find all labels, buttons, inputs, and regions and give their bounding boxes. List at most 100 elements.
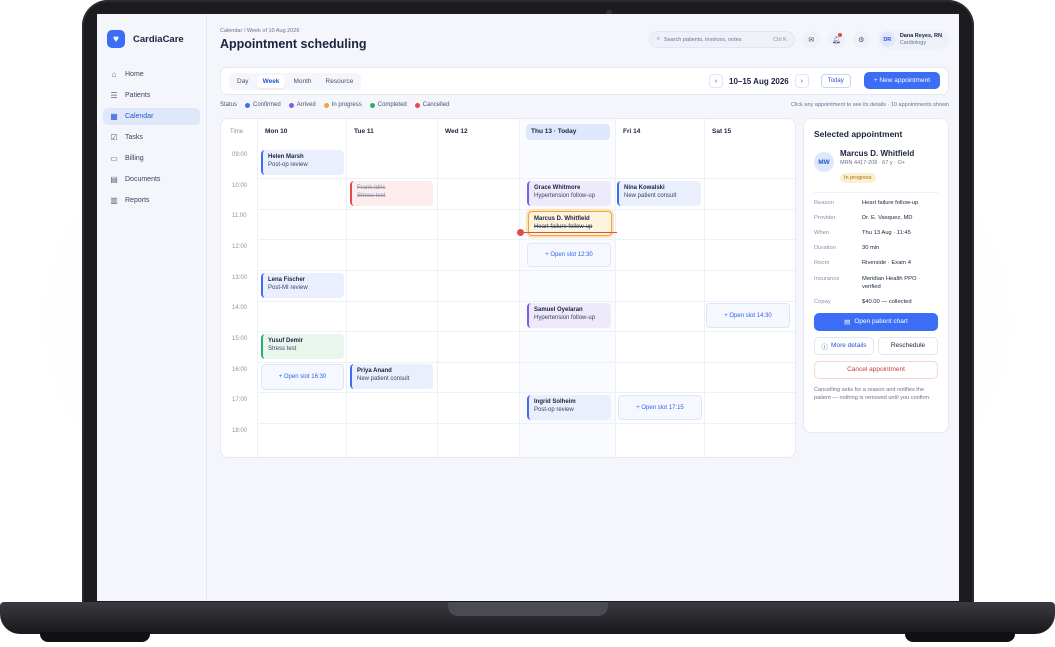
notifications-bell-icon[interactable]: 🔔︎ [827, 31, 845, 48]
open-slot[interactable]: + Open slot 14:30 [706, 303, 790, 328]
patient-summary: MW Marcus D. Whitfield MRN 4417-208 · 67… [814, 149, 938, 184]
appointment-card[interactable]: Ingrid Solheim Post-op review [527, 395, 611, 420]
sidebar-item-calendar[interactable]: ▦ Calendar [103, 108, 200, 125]
settings-gear-icon[interactable]: ⚙ [852, 31, 870, 48]
day-column-tue[interactable]: Tue 11 [346, 119, 437, 457]
detail-key: When [814, 230, 830, 237]
day-header: Thu 13 · Today [531, 128, 577, 135]
search-shortcut: Ctrl K [773, 36, 787, 43]
tab-day[interactable]: Day [231, 75, 255, 88]
hour-line [257, 362, 795, 363]
detail-key: Reason [814, 200, 834, 206]
legend-item-cancelled: Cancelled [414, 102, 449, 108]
day-header: Mon 10 [265, 128, 288, 135]
legend-item-arrived: Arrived [288, 102, 316, 108]
appointment-patient: Priya Anand [357, 368, 392, 374]
app-screen: ♥ CardiaCare ⌂ Home ☰ Patients ▦ Calenda… [97, 14, 959, 601]
appointment-patient: Frank Idris [357, 185, 386, 191]
appointment-card[interactable]: Lena Fischer Post-MI review [261, 273, 344, 298]
open-slot[interactable]: + Open slot 16:30 [261, 364, 344, 390]
appointment-card-completed[interactable]: Yusuf Demir Stress test [261, 334, 344, 359]
new-appointment-button[interactable]: + New appointment [863, 72, 940, 89]
detail-row-room: Room Riverside · Exam 4 [814, 259, 938, 267]
appointment-reason: Heart failure follow-up [534, 224, 593, 231]
tab-month[interactable]: Month [287, 75, 317, 88]
more-details-button[interactable]: ⓘ More details [814, 336, 874, 355]
tab-week[interactable]: Week [256, 75, 286, 88]
appointment-card-arrived[interactable]: Samuel Oyelaran Hypertension follow-up [527, 303, 611, 328]
hour-line [257, 423, 795, 424]
appointment-card[interactable]: Nina Kowalski New patient consult [617, 181, 701, 206]
appointment-patient: Marcus D. Whitfield [534, 216, 590, 222]
appointment-reason: Post-op review [268, 162, 308, 169]
time-column: Time 09:00 10:00 11:00 12:00 13:00 14:00… [221, 119, 257, 457]
view-tabs: Day Week Month Resource [229, 73, 362, 90]
sidebar-item-documents[interactable]: ▤ Documents [103, 171, 200, 188]
sidebar-item-label: Documents [125, 176, 161, 183]
cancel-appointment-button[interactable]: Cancel appointment [814, 360, 938, 379]
sidebar-item-tasks[interactable]: ☑ Tasks [103, 129, 200, 146]
appointment-patient: Samuel Oyelaran [534, 307, 583, 313]
detail-key: Insurance [814, 275, 840, 282]
sidebar-item-reports[interactable]: ▥ Reports [103, 192, 200, 209]
day-header: Wed 12 [445, 128, 468, 135]
user-menu[interactable]: DR Dana Reyes, RN Cardiology [877, 30, 949, 49]
hour-line [257, 270, 795, 271]
topbar: ⌕ Search patients, invoices, notes Ctrl … [648, 30, 949, 49]
divider [814, 192, 938, 193]
time-label: 18:00 [232, 428, 248, 434]
messages-icon[interactable]: ✉ [802, 31, 820, 48]
detail-key: Provider [814, 215, 836, 222]
patients-icon: ☰ [110, 91, 118, 100]
appointment-card-cancelled[interactable]: Frank Idris Stress test [350, 181, 433, 206]
brand[interactable]: ♥ CardiaCare [97, 14, 206, 66]
open-slot[interactable]: + Open slot 17:15 [618, 395, 702, 420]
chevron-left-icon[interactable]: ‹ [709, 74, 723, 88]
panel-title: Selected appointment [814, 129, 903, 139]
secondary-actions: ⓘ More details Reschedule [814, 336, 938, 355]
sidebar-item-home[interactable]: ⌂ Home [103, 66, 200, 83]
calendar-icon: ▦ [110, 112, 118, 121]
detail-value: Thu 13 Aug · 11:45 [862, 230, 911, 237]
laptop-foot-right [905, 632, 1015, 642]
heart-logo-icon: ♥ [107, 30, 125, 48]
day-header: Sat 15 [712, 128, 732, 135]
sidebar-item-billing[interactable]: ▭ Billing [103, 150, 200, 167]
avatar: DR [879, 32, 895, 47]
breadcrumb[interactable]: Calendar / Week of 10 Aug 2026 [220, 28, 299, 34]
sidebar-item-patients[interactable]: ☰ Patients [103, 87, 200, 104]
appointment-card[interactable]: Helen Marsh Post-op review [261, 150, 344, 175]
detail-row-copay: Copay $40.00 — collected [814, 298, 938, 306]
appointment-card[interactable]: Priya Anand New patient consult [350, 364, 433, 389]
tab-resource[interactable]: Resource [320, 75, 360, 88]
confirmed-dot-icon [245, 102, 251, 108]
search-input[interactable]: ⌕ Search patients, invoices, notes Ctrl … [648, 31, 795, 48]
reschedule-button[interactable]: Reschedule [878, 336, 938, 355]
open-slot[interactable]: + Open slot 12:30 [527, 243, 611, 267]
time-label: 17:00 [232, 397, 248, 403]
detail-value: Riverside · Exam 4 [862, 260, 911, 267]
notification-dot [837, 33, 842, 37]
legend-item-label: Confirmed [253, 102, 281, 108]
hour-line [257, 331, 795, 332]
detail-row-duration: Duration 30 min [814, 244, 938, 252]
current-time-line [521, 232, 617, 233]
brand-name: CardiaCare [133, 33, 184, 45]
open-patient-chart-button[interactable]: ▤ Open patient chart [814, 312, 938, 331]
day-header: Fri 14 [623, 128, 641, 135]
hour-line [257, 392, 795, 393]
appointment-reason: Stress test [357, 193, 386, 200]
day-column-sat[interactable]: Sat 15 [704, 119, 795, 457]
today-button[interactable]: Today [820, 74, 851, 88]
time-label: 10:00 [232, 183, 248, 189]
detail-value: Meridian Health PPO · verified [862, 275, 920, 290]
laptop-foot-left [40, 632, 150, 642]
patient-name: Marcus D. Whitfield [840, 149, 915, 158]
appointment-card-arrived[interactable]: Grace Whitmore Hypertension follow-up [527, 181, 611, 206]
legend-item-confirmed: Confirmed [245, 102, 281, 108]
appointment-reason: Post-op review [534, 407, 574, 414]
detail-key: Room [814, 260, 830, 267]
chevron-right-icon[interactable]: › [794, 74, 809, 88]
day-column-wed[interactable]: Wed 12 [437, 119, 519, 457]
main-area: Calendar / Week of 10 Aug 2026 Appointme… [207, 14, 959, 601]
